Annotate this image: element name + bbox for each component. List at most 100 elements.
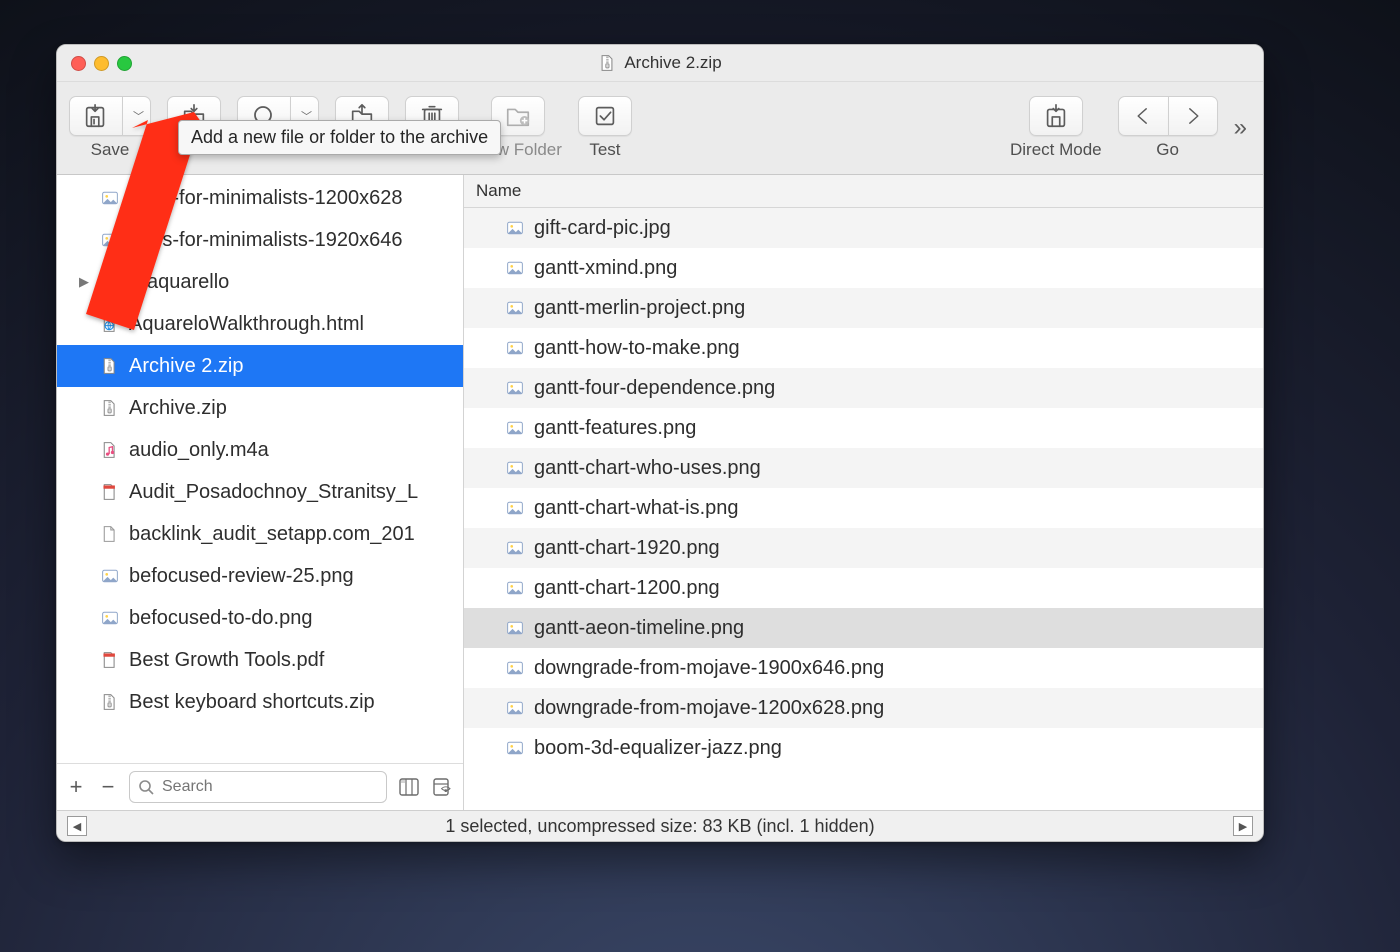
sidebar-item[interactable]: apps-for-minimalists-1200x628: [57, 177, 463, 219]
file-icon: [101, 189, 119, 207]
sidebar-item[interactable]: Archive 2.zip: [57, 345, 463, 387]
direct-mode-label: Direct Mode: [1010, 140, 1102, 160]
file-row[interactable]: gantt-four-dependence.png: [464, 368, 1263, 408]
file-icon: [101, 441, 119, 459]
sidebar-item-label: apps-for-minimalists-1200x628: [129, 187, 402, 210]
status-right-disclosure[interactable]: ▶: [1233, 816, 1253, 836]
titlebar: Archive 2.zip: [57, 45, 1263, 82]
window-title: Archive 2.zip: [624, 53, 721, 73]
file-icon: [101, 399, 119, 417]
sidebar-item-label: befocused-review-25.png: [129, 565, 354, 588]
sidebar-item[interactable]: audio_only.m4a: [57, 429, 463, 471]
file-icon: [506, 699, 524, 717]
file-name: boom-3d-equalizer-jazz.png: [534, 737, 782, 760]
file-row[interactable]: gantt-merlin-project.png: [464, 288, 1263, 328]
file-icon: [506, 659, 524, 677]
direct-mode-button[interactable]: [1029, 96, 1083, 136]
sidebar-item[interactable]: befocused-review-25.png: [57, 555, 463, 597]
sidebar-list[interactable]: apps-for-minimalists-1200x628 apps-for-mi…: [57, 175, 463, 763]
add-tooltip: Add a new file or folder to the archive: [178, 120, 501, 155]
status-bar: ◀ 1 selected, uncompressed size: 83 KB (…: [57, 810, 1263, 841]
file-icon: [506, 459, 524, 477]
file-row[interactable]: gantt-chart-who-uses.png: [464, 448, 1263, 488]
sidebar-item-label: AquareloWalkthrough.html: [129, 313, 364, 336]
sidebar-remove-button[interactable]: −: [97, 774, 119, 800]
go-forward-button[interactable]: [1168, 96, 1218, 136]
sidebar-item[interactable]: backlink_audit_setapp.com_201: [57, 513, 463, 555]
file-list-pane: Name gift-card-pic.jpg gantt-xmind.png gan…: [464, 175, 1263, 810]
toolbar-overflow-button[interactable]: »: [1234, 114, 1251, 142]
disclosure-triangle-icon[interactable]: ▶: [77, 274, 91, 290]
file-icon: [101, 525, 119, 543]
file-name: gantt-four-dependence.png: [534, 377, 775, 400]
minimize-window-button[interactable]: [94, 56, 109, 71]
file-icon: [101, 567, 119, 585]
save-menu-button[interactable]: ﹀: [122, 96, 151, 136]
search-input[interactable]: [160, 777, 378, 797]
file-icon: [506, 299, 524, 317]
file-name: downgrade-from-mojave-1900x646.png: [534, 657, 884, 680]
file-row[interactable]: gantt-aeon-timeline.png: [464, 608, 1263, 648]
save-label: Save: [91, 140, 130, 160]
window-title-icon: [598, 54, 616, 72]
file-name: gantt-aeon-timeline.png: [534, 617, 744, 640]
zoom-window-button[interactable]: [117, 56, 132, 71]
file-icon: [101, 609, 119, 627]
sidebar-item[interactable]: AquareloWalkthrough.html: [57, 303, 463, 345]
file-row[interactable]: gantt-features.png: [464, 408, 1263, 448]
sidebar-item[interactable]: ▶aquarello: [57, 261, 463, 303]
sidebar-item-label: audio_only.m4a: [129, 439, 269, 462]
file-row[interactable]: gift-card-pic.jpg: [464, 208, 1263, 248]
file-icon: [101, 231, 119, 249]
test-label: Test: [589, 140, 620, 160]
sidebar-item[interactable]: Archive.zip: [57, 387, 463, 429]
file-icon: [101, 357, 119, 375]
go-label: Go: [1156, 140, 1179, 160]
sidebar-add-button[interactable]: +: [65, 774, 87, 800]
file-icon: [506, 739, 524, 757]
go-back-button[interactable]: [1118, 96, 1168, 136]
file-icon: [119, 273, 137, 291]
sidebar-item-label: backlink_audit_setapp.com_201: [129, 523, 415, 546]
file-row[interactable]: gantt-chart-1920.png: [464, 528, 1263, 568]
sidebar-item-label: apps-for-minimalists-1920x646: [129, 229, 402, 252]
status-left-disclosure[interactable]: ◀: [67, 816, 87, 836]
file-name: gantt-chart-1920.png: [534, 537, 720, 560]
file-row[interactable]: gantt-xmind.png: [464, 248, 1263, 288]
file-row[interactable]: boom-3d-equalizer-jazz.png: [464, 728, 1263, 768]
file-row[interactable]: gantt-chart-1200.png: [464, 568, 1263, 608]
file-name: downgrade-from-mojave-1200x628.png: [534, 697, 884, 720]
file-name: gantt-xmind.png: [534, 257, 677, 280]
file-icon: [506, 339, 524, 357]
file-icon: [506, 259, 524, 277]
close-window-button[interactable]: [71, 56, 86, 71]
file-icon: [101, 315, 119, 333]
sidebar-item-label: Best Growth Tools.pdf: [129, 649, 324, 672]
sidebar-item[interactable]: Audit_Posadochnoy_Stranitsy_L: [57, 471, 463, 513]
status-text: 1 selected, uncompressed size: 83 KB (in…: [445, 816, 874, 837]
search-icon: [138, 779, 154, 795]
sidebar-item[interactable]: Best keyboard shortcuts.zip: [57, 681, 463, 723]
file-name: gantt-chart-1200.png: [534, 577, 720, 600]
file-name: gantt-chart-who-uses.png: [534, 457, 761, 480]
file-row[interactable]: downgrade-from-mojave-1200x628.png: [464, 688, 1263, 728]
file-row[interactable]: downgrade-from-mojave-1900x646.png: [464, 648, 1263, 688]
sidebar-item[interactable]: befocused-to-do.png: [57, 597, 463, 639]
save-button[interactable]: [69, 96, 122, 136]
file-icon: [101, 693, 119, 711]
file-name: gift-card-pic.jpg: [534, 217, 671, 240]
sidebar-item[interactable]: Best Growth Tools.pdf: [57, 639, 463, 681]
column-header-name[interactable]: Name: [464, 175, 1263, 208]
file-rows[interactable]: gift-card-pic.jpg gantt-xmind.png gantt-me…: [464, 208, 1263, 810]
file-row[interactable]: gantt-chart-what-is.png: [464, 488, 1263, 528]
file-name: gantt-merlin-project.png: [534, 297, 745, 320]
file-name: gantt-features.png: [534, 417, 696, 440]
file-icon: [101, 483, 119, 501]
preview-toggle-button[interactable]: [431, 776, 455, 798]
file-row[interactable]: gantt-how-to-make.png: [464, 328, 1263, 368]
test-button[interactable]: [578, 96, 632, 136]
archive-window: Archive 2.zip ﹀ Save Add: [56, 44, 1264, 842]
sidebar: apps-for-minimalists-1200x628 apps-for-mi…: [57, 175, 464, 810]
sidebar-item[interactable]: apps-for-minimalists-1920x646: [57, 219, 463, 261]
columns-toggle-button[interactable]: [397, 776, 421, 798]
